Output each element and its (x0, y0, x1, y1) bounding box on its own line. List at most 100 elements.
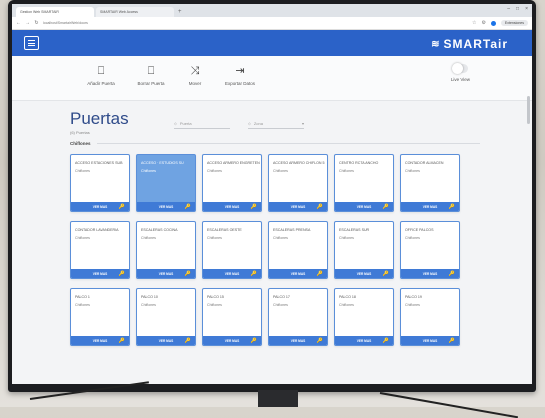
see-more-button[interactable]: VER MAS (225, 272, 240, 276)
add-door-button[interactable]: ⎕ Añadir Puerta (78, 64, 124, 86)
browser-tab-1[interactable]: Gestion Web SMARTAIR (16, 7, 94, 17)
key-icon[interactable]: 🔑 (383, 204, 389, 210)
cable (379, 392, 519, 418)
key-icon[interactable]: 🔑 (317, 204, 323, 210)
see-more-button[interactable]: VER MAS (291, 339, 306, 343)
door-name: ESCALERAS COCINA (141, 228, 178, 232)
key-icon[interactable]: 🔑 (383, 271, 389, 277)
live-view-toggle[interactable]: Live View (451, 63, 470, 82)
door-name: ESCALERAS PRENSA (273, 228, 311, 232)
door-card[interactable]: PALCO 17 Chiflones VER MAS 🔑 (268, 288, 328, 346)
key-icon[interactable]: 🔑 (185, 338, 191, 344)
door-card[interactable]: ESCALERAS SUR Chiflones VER MAS 🔑 (334, 221, 394, 279)
extensions-icon[interactable]: ⚙ (481, 20, 485, 26)
filter-bar: ⬦ Puerta ⬦ Zona ▾ (174, 119, 304, 129)
see-more-button[interactable]: VER MAS (159, 272, 174, 276)
see-more-button[interactable]: VER MAS (357, 339, 372, 343)
card-footer: VER MAS 🔑 (269, 336, 327, 345)
forward-icon[interactable]: → (25, 20, 30, 26)
see-more-button[interactable]: VER MAS (423, 272, 438, 276)
door-card[interactable]: ACCESO · ESTUDIOS SU Chiflones VER MAS 🔑 (136, 154, 196, 212)
key-icon[interactable]: 🔑 (317, 338, 323, 344)
door-card[interactable]: CONTADOR LAVANDERIA Chiflones VER MAS 🔑 (70, 221, 130, 279)
see-more-button[interactable]: VER MAS (423, 205, 438, 209)
see-more-button[interactable]: VER MAS (291, 272, 306, 276)
see-more-button[interactable]: VER MAS (225, 339, 240, 343)
card-footer: VER MAS 🔑 (269, 202, 327, 211)
zone-filter-select[interactable]: ⬦ Zona ▾ (248, 119, 304, 129)
card-footer: VER MAS 🔑 (335, 269, 393, 278)
see-more-button[interactable]: VER MAS (93, 339, 108, 343)
export-data-button[interactable]: ⇥ Exportar Datos (217, 64, 263, 86)
door-card[interactable]: CONTADOR ALMACEN Chiflones VER MAS 🔑 (400, 154, 460, 212)
door-card[interactable]: ACCESO ARMERO CHIFLON 5 Chiflones VER MAS 🔑 (268, 154, 328, 212)
minimize-icon[interactable]: – (507, 6, 510, 12)
key-icon[interactable]: 🔑 (251, 204, 257, 210)
key-icon[interactable]: 🔑 (251, 271, 257, 277)
url-field[interactable]: localhost/SmartairWeb/doors (43, 21, 193, 25)
remove-door-button[interactable]: ⎕ Borrar Puerta (128, 64, 174, 86)
hamburger-menu-button[interactable] (24, 36, 39, 50)
door-card[interactable]: ESCALERAS COCINA Chiflones VER MAS 🔑 (136, 221, 196, 279)
key-icon[interactable]: 🔑 (251, 338, 257, 344)
see-more-button[interactable]: VER MAS (159, 339, 174, 343)
browser-tabbar: Gestion Web SMARTAIR SMARTAIR Web Access… (12, 4, 532, 17)
shuffle-icon: ⤨ (190, 65, 200, 77)
key-icon[interactable]: 🔑 (449, 204, 455, 210)
door-card[interactable]: ACCESO ESTACIONES SUB Chiflones VER MAS 🔑 (70, 154, 130, 212)
scrollbar[interactable] (527, 96, 530, 124)
section-header: Chiflones (70, 141, 480, 146)
door-card[interactable]: CENTRO RCTA ANCHO Chiflones VER MAS 🔑 (334, 154, 394, 212)
door-card[interactable]: ESCALERAS OESTE Chiflones VER MAS 🔑 (202, 221, 262, 279)
key-icon[interactable]: 🔑 (119, 338, 125, 344)
key-icon[interactable]: 🔑 (449, 338, 455, 344)
door-card[interactable]: PALCO 1 Chiflones VER MAS 🔑 (70, 288, 130, 346)
door-card[interactable]: OFFICE PALCOS Chiflones VER MAS 🔑 (400, 221, 460, 279)
see-more-button[interactable]: VER MAS (357, 272, 372, 276)
see-more-button[interactable]: VER MAS (291, 205, 306, 209)
profile-avatar[interactable] (490, 20, 496, 26)
key-icon[interactable]: 🔑 (119, 271, 125, 277)
key-icon[interactable]: 🔑 (185, 271, 191, 277)
door-card[interactable]: ACCESO ARMERO ENGRETEN Chiflones VER MAS 🔑 (202, 154, 262, 212)
see-more-button[interactable]: VER MAS (423, 339, 438, 343)
door-zone: Chiflones (75, 169, 90, 173)
key-icon[interactable]: 🔑 (383, 338, 389, 344)
card-footer: VER MAS 🔑 (401, 202, 459, 211)
door-name: PALCO 18 (339, 295, 356, 299)
see-more-button[interactable]: VER MAS (357, 205, 372, 209)
door-zone: Chiflones (339, 236, 354, 240)
new-tab-button[interactable]: + (176, 7, 184, 17)
brand-name: SMARTair (443, 37, 508, 51)
see-more-button[interactable]: VER MAS (159, 205, 174, 209)
back-icon[interactable]: ← (16, 20, 21, 26)
page-subtitle: (6) Puertas (70, 130, 90, 135)
door-zone: Chiflones (339, 303, 354, 307)
door-card[interactable]: PALCO 10 Chiflones VER MAS 🔑 (136, 288, 196, 346)
key-icon[interactable]: 🔑 (185, 204, 191, 210)
key-icon[interactable]: 🔑 (119, 204, 125, 210)
reload-icon[interactable]: ↻ (34, 20, 39, 26)
see-more-button[interactable]: VER MAS (225, 205, 240, 209)
see-more-button[interactable]: VER MAS (93, 205, 108, 209)
bookmark-icon[interactable]: ☆ (472, 20, 476, 26)
address-icons: ☆ ⚙ Extensiones (472, 20, 528, 26)
door-card[interactable]: ESCALERAS PRENSA Chiflones VER MAS 🔑 (268, 221, 328, 279)
key-icon[interactable]: 🔑 (317, 271, 323, 277)
door-filter-input[interactable]: ⬦ Puerta (174, 119, 230, 129)
door-card[interactable]: PALCO 15 Chiflones VER MAS 🔑 (202, 288, 262, 346)
card-footer: VER MAS 🔑 (269, 269, 327, 278)
door-card[interactable]: PALCO 19 Chiflones VER MAS 🔑 (400, 288, 460, 346)
move-button[interactable]: ⤨ Mover (172, 64, 218, 86)
remove-door-icon: ⎕ (147, 65, 155, 77)
key-icon[interactable]: 🔑 (449, 271, 455, 277)
close-icon[interactable]: × (525, 6, 528, 12)
door-card[interactable]: PALCO 18 Chiflones VER MAS 🔑 (334, 288, 394, 346)
toggle-switch[interactable] (452, 63, 469, 74)
see-more-button[interactable]: VER MAS (93, 272, 108, 276)
door-zone: Chiflones (405, 236, 420, 240)
extensions-pill[interactable]: Extensiones (500, 20, 528, 26)
door-zone: Chiflones (141, 236, 156, 240)
browser-tab-2[interactable]: SMARTAIR Web Access (96, 7, 174, 17)
maximize-icon[interactable]: □ (516, 6, 519, 12)
